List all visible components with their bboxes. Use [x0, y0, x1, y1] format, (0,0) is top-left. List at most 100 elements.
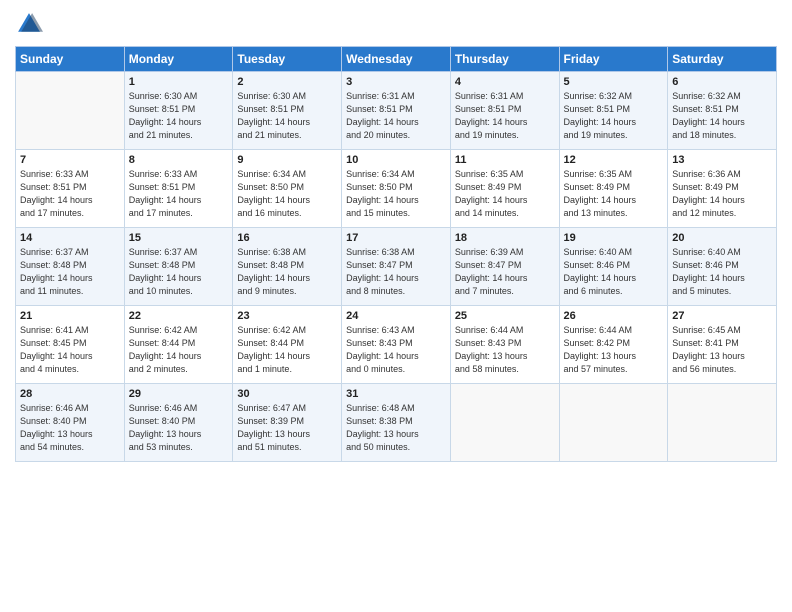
day-number: 4 [455, 76, 555, 88]
calendar-cell: 24Sunrise: 6:43 AM Sunset: 8:43 PM Dayli… [342, 306, 451, 384]
calendar-cell: 21 Sunrise: 6:41 AM Sunset: 8:45 PM Dayli… [16, 306, 125, 384]
day-info: Sunrise: 6:44 AM Sunset: 8:42 PM Dayligh… [564, 324, 664, 376]
calendar-cell: 8 Sunrise: 6:33 AM Sunset: 8:51 PM Daylig… [124, 150, 233, 228]
day-header: Sunday [16, 47, 125, 72]
day-number: 20 [672, 232, 772, 244]
day-number: 6 [672, 76, 772, 88]
day-info: Sunrise: 6:38 AM Sunset: 8:47 PM Dayligh… [346, 246, 446, 298]
calendar-cell [450, 384, 559, 462]
day-header: Wednesday [342, 47, 451, 72]
day-number: 16 [237, 232, 337, 244]
day-number: 31 [346, 388, 446, 400]
day-info: Sunrise: 6:31 AM Sunset: 8:51 PM Dayligh… [455, 90, 555, 142]
day-number: 17 [346, 232, 446, 244]
day-info: Sunrise: 6:34 AM Sunset: 8:50 PM Dayligh… [346, 168, 446, 220]
day-info: Sunrise: 6:33 AM Sunset: 8:51 PM Dayligh… [129, 168, 229, 220]
day-number: 23 [237, 310, 337, 322]
day-info: Sunrise: 6:40 AM Sunset: 8:46 PM Dayligh… [564, 246, 664, 298]
day-info: Sunrise: 6:31 AM Sunset: 8:51 PM Dayligh… [346, 90, 446, 142]
day-number: 14 [20, 232, 120, 244]
day-info: Sunrise: 6:34 AM Sunset: 8:50 PM Dayligh… [237, 168, 337, 220]
calendar-cell: 17 Sunrise: 6:38 AM Sunset: 8:47 PM Dayli… [342, 228, 451, 306]
calendar-cell [16, 72, 125, 150]
day-number: 25 [455, 310, 555, 322]
day-number: 19 [564, 232, 664, 244]
calendar-cell: 4 Sunrise: 6:31 AM Sunset: 8:51 PM Daylig… [450, 72, 559, 150]
calendar-cell: 10 Sunrise: 6:34 AM Sunset: 8:50 PM Dayli… [342, 150, 451, 228]
day-info: Sunrise: 6:30 AM Sunset: 8:51 PM Dayligh… [129, 90, 229, 142]
day-info: Sunrise: 6:39 AM Sunset: 8:47 PM Dayligh… [455, 246, 555, 298]
calendar-cell: 2Sunrise: 6:30 AM Sunset: 8:51 PM Daylig… [233, 72, 342, 150]
day-number: 29 [129, 388, 229, 400]
day-number: 21 [20, 310, 120, 322]
header [15, 10, 777, 38]
day-number: 13 [672, 154, 772, 166]
calendar-cell: 5 Sunrise: 6:32 AM Sunset: 8:51 PM Daylig… [559, 72, 668, 150]
calendar-cell: 18 Sunrise: 6:39 AM Sunset: 8:47 PM Dayli… [450, 228, 559, 306]
day-number: 26 [564, 310, 664, 322]
calendar-week-row: 21 Sunrise: 6:41 AM Sunset: 8:45 PM Dayli… [16, 306, 777, 384]
day-info: Sunrise: 6:42 AM Sunset: 8:44 PM Dayligh… [129, 324, 229, 376]
calendar-cell: 15 Sunrise: 6:37 AM Sunset: 8:48 PM Dayli… [124, 228, 233, 306]
day-info: Sunrise: 6:45 AM Sunset: 8:41 PM Dayligh… [672, 324, 772, 376]
day-number: 5 [564, 76, 664, 88]
page: SundayMondayTuesdayWednesdayThursdayFrid… [0, 0, 792, 612]
day-number: 3 [346, 76, 446, 88]
calendar-cell: 27 Sunrise: 6:45 AM Sunset: 8:41 PM Dayli… [668, 306, 777, 384]
day-number: 7 [20, 154, 120, 166]
calendar-cell: 6 Sunrise: 6:32 AM Sunset: 8:51 PM Daylig… [668, 72, 777, 150]
day-info: Sunrise: 6:41 AM Sunset: 8:45 PM Dayligh… [20, 324, 120, 376]
calendar-cell [559, 384, 668, 462]
day-number: 30 [237, 388, 337, 400]
day-number: 12 [564, 154, 664, 166]
day-info: Sunrise: 6:32 AM Sunset: 8:51 PM Dayligh… [564, 90, 664, 142]
day-info: Sunrise: 6:38 AM Sunset: 8:48 PM Dayligh… [237, 246, 337, 298]
day-header: Tuesday [233, 47, 342, 72]
day-info: Sunrise: 6:36 AM Sunset: 8:49 PM Dayligh… [672, 168, 772, 220]
calendar-cell: 25Sunrise: 6:44 AM Sunset: 8:43 PM Dayli… [450, 306, 559, 384]
day-number: 15 [129, 232, 229, 244]
calendar-cell: 28Sunrise: 6:46 AM Sunset: 8:40 PM Dayli… [16, 384, 125, 462]
day-info: Sunrise: 6:46 AM Sunset: 8:40 PM Dayligh… [129, 402, 229, 454]
logo-icon [15, 10, 43, 38]
day-info: Sunrise: 6:35 AM Sunset: 8:49 PM Dayligh… [564, 168, 664, 220]
day-number: 10 [346, 154, 446, 166]
calendar-table: SundayMondayTuesdayWednesdayThursdayFrid… [15, 46, 777, 462]
day-header: Saturday [668, 47, 777, 72]
day-info: Sunrise: 6:35 AM Sunset: 8:49 PM Dayligh… [455, 168, 555, 220]
calendar-cell: 3 Sunrise: 6:31 AM Sunset: 8:51 PM Daylig… [342, 72, 451, 150]
calendar-cell: 23 Sunrise: 6:42 AM Sunset: 8:44 PM Dayli… [233, 306, 342, 384]
day-number: 9 [237, 154, 337, 166]
calendar-week-row: 1 Sunrise: 6:30 AM Sunset: 8:51 PM Daylig… [16, 72, 777, 150]
day-info: Sunrise: 6:32 AM Sunset: 8:51 PM Dayligh… [672, 90, 772, 142]
day-info: Sunrise: 6:37 AM Sunset: 8:48 PM Dayligh… [20, 246, 120, 298]
calendar-week-row: 28Sunrise: 6:46 AM Sunset: 8:40 PM Dayli… [16, 384, 777, 462]
day-header: Friday [559, 47, 668, 72]
day-info: Sunrise: 6:30 AM Sunset: 8:51 PM Dayligh… [237, 90, 337, 142]
day-info: Sunrise: 6:37 AM Sunset: 8:48 PM Dayligh… [129, 246, 229, 298]
header-row: SundayMondayTuesdayWednesdayThursdayFrid… [16, 47, 777, 72]
calendar-cell: 19 Sunrise: 6:40 AM Sunset: 8:46 PM Dayli… [559, 228, 668, 306]
day-info: Sunrise: 6:43 AM Sunset: 8:43 PM Dayligh… [346, 324, 446, 376]
logo [15, 10, 47, 38]
calendar-cell [668, 384, 777, 462]
day-number: 11 [455, 154, 555, 166]
calendar-cell: 29 Sunrise: 6:46 AM Sunset: 8:40 PM Dayli… [124, 384, 233, 462]
day-number: 22 [129, 310, 229, 322]
calendar-cell: 26 Sunrise: 6:44 AM Sunset: 8:42 PM Dayli… [559, 306, 668, 384]
day-number: 18 [455, 232, 555, 244]
calendar-cell: 12 Sunrise: 6:35 AM Sunset: 8:49 PM Dayli… [559, 150, 668, 228]
calendar-cell: 9 Sunrise: 6:34 AM Sunset: 8:50 PM Daylig… [233, 150, 342, 228]
calendar-cell: 30Sunrise: 6:47 AM Sunset: 8:39 PM Dayli… [233, 384, 342, 462]
day-header: Thursday [450, 47, 559, 72]
day-info: Sunrise: 6:42 AM Sunset: 8:44 PM Dayligh… [237, 324, 337, 376]
calendar-cell: 16 Sunrise: 6:38 AM Sunset: 8:48 PM Dayli… [233, 228, 342, 306]
day-number: 8 [129, 154, 229, 166]
calendar-cell: 14 Sunrise: 6:37 AM Sunset: 8:48 PM Dayli… [16, 228, 125, 306]
calendar-cell: 31Sunrise: 6:48 AM Sunset: 8:38 PM Dayli… [342, 384, 451, 462]
day-number: 1 [129, 76, 229, 88]
day-info: Sunrise: 6:40 AM Sunset: 8:46 PM Dayligh… [672, 246, 772, 298]
day-number: 27 [672, 310, 772, 322]
day-info: Sunrise: 6:46 AM Sunset: 8:40 PM Dayligh… [20, 402, 120, 454]
calendar-cell: 11 Sunrise: 6:35 AM Sunset: 8:49 PM Dayli… [450, 150, 559, 228]
